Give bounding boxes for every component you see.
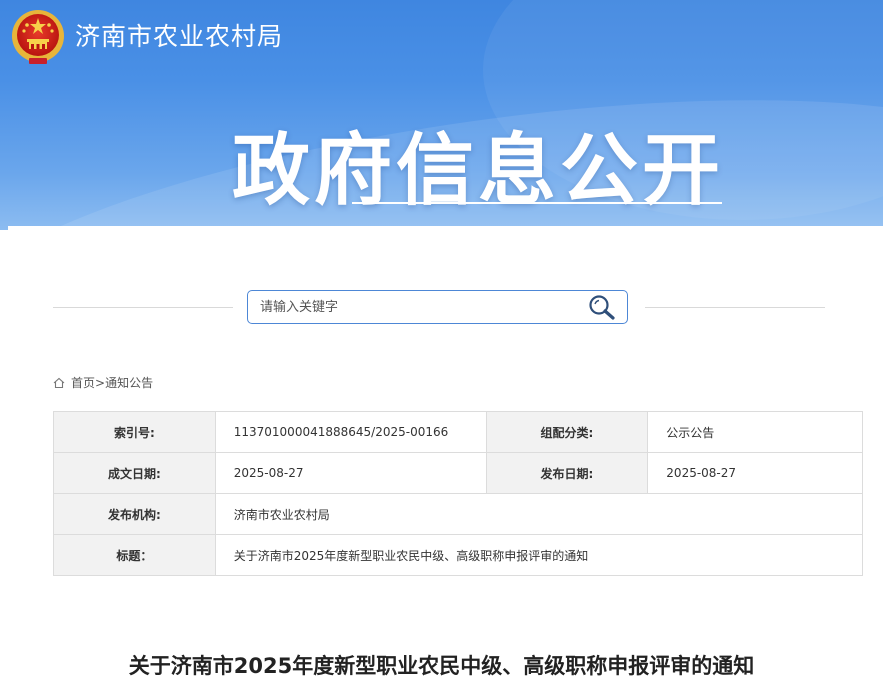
search-divider-right — [645, 307, 825, 308]
index-label: 索引号: — [53, 411, 216, 453]
title-label: 标题： — [53, 534, 216, 576]
document-meta-table: 索引号: 113701000041888645/2025-00166 组配分类:… — [53, 411, 864, 576]
category-label: 组配分类: — [485, 411, 649, 453]
breadcrumb-home[interactable]: 首页 — [71, 374, 95, 391]
table-row: 索引号: 113701000041888645/2025-00166 组配分类:… — [53, 411, 863, 453]
header-banner: 济南市农业农村局 政府信息公开 — [0, 0, 883, 230]
title-value: 关于济南市2025年度新型职业农民中级、高级职称申报评审的通知 — [214, 534, 864, 576]
org-label: 发布机构: — [53, 493, 216, 535]
index-value: 113701000041888645/2025-00166 — [214, 411, 487, 453]
magnifier-icon[interactable] — [587, 294, 617, 321]
date-value: 2025-08-27 — [214, 452, 487, 494]
publish-date-value: 2025-08-27 — [647, 452, 863, 494]
publish-date-label: 发布日期: — [485, 452, 649, 494]
search-divider-left — [53, 307, 233, 308]
search-box — [247, 290, 628, 324]
home-icon — [53, 377, 65, 388]
org-value: 济南市农业农村局 — [214, 493, 864, 535]
breadcrumb: 首页 > 通知公告 — [53, 374, 153, 391]
breadcrumb-separator: > — [95, 375, 106, 390]
national-emblem-icon — [12, 10, 64, 65]
site-name[interactable]: 济南市农业农村局 — [75, 17, 283, 53]
date-label: 成文日期: — [53, 452, 216, 494]
breadcrumb-current[interactable]: 通知公告 — [105, 374, 153, 391]
category-value: 公示公告 — [647, 411, 863, 453]
article-title: 关于济南市2025年度新型职业农民中级、高级职称申报评审的通知 — [128, 654, 755, 678]
search-input[interactable] — [260, 291, 570, 323]
table-row: 标题： 关于济南市2025年度新型职业农民中级、高级职称申报评审的通知 — [53, 534, 864, 576]
table-row: 成文日期: 2025-08-27 发布日期: 2025-08-27 — [53, 452, 863, 494]
table-row: 发布机构: 济南市农业农村局 — [53, 493, 864, 535]
banner-underline — [352, 202, 722, 204]
